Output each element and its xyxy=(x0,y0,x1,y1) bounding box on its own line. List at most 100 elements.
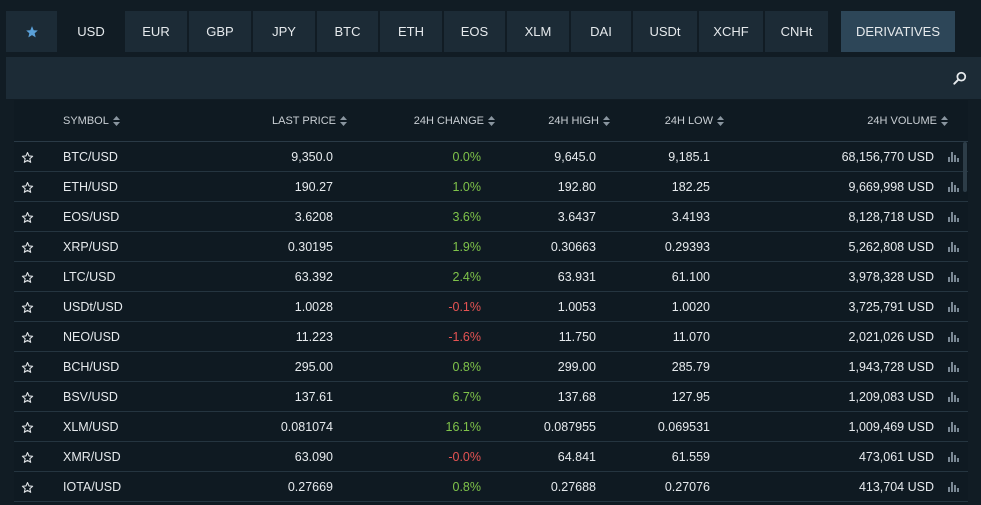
header-last-price[interactable]: LAST PRICE xyxy=(272,100,347,142)
tab-eth[interactable]: ETH xyxy=(380,11,442,52)
chart-button[interactable] xyxy=(948,352,960,382)
table-row[interactable]: BSV/USD 137.61 6.7% 137.68 127.95 1,209,083 U… xyxy=(14,382,968,412)
bar-chart-icon[interactable] xyxy=(948,452,959,462)
star-outline-icon[interactable] xyxy=(21,391,34,404)
star-outline-icon[interactable] xyxy=(21,181,34,194)
chart-button[interactable] xyxy=(948,142,960,172)
favorite-toggle[interactable] xyxy=(21,322,35,352)
bar-chart-icon[interactable] xyxy=(948,182,959,192)
table-row[interactable]: BTC/USD 9,350.0 0.0% 9,645.0 9,185.1 68,156,7… xyxy=(14,142,968,172)
currency-tabs: USD EUR GBP JPY BTC ETH EOS XLM DAI USDt… xyxy=(6,11,981,52)
last-price-cell: 137.61 xyxy=(294,390,333,404)
table-row[interactable]: EOS/USD 3.6208 3.6% 3.6437 3.4193 8,128,718 U… xyxy=(14,202,968,232)
tab-gbp[interactable]: GBP xyxy=(189,11,251,52)
chart-button[interactable] xyxy=(948,202,960,232)
star-outline-icon[interactable] xyxy=(21,361,34,374)
star-outline-icon[interactable] xyxy=(21,271,34,284)
star-outline-icon[interactable] xyxy=(21,241,34,254)
volume-cell: 68,156,770 USD xyxy=(841,150,934,164)
star-outline-icon[interactable] xyxy=(21,451,34,464)
chart-button[interactable] xyxy=(948,172,960,202)
table-row[interactable]: ETH/USD 190.27 1.0% 192.80 182.25 9,669,998 U… xyxy=(14,172,968,202)
tab-xlm[interactable]: XLM xyxy=(507,11,569,52)
chart-button[interactable] xyxy=(948,232,960,262)
symbol-cell: BTC/USD xyxy=(63,150,118,164)
bar-chart-icon[interactable] xyxy=(948,272,959,282)
tab-favorites[interactable] xyxy=(6,11,57,52)
tab-usd[interactable]: USD xyxy=(59,11,123,52)
tab-xchf[interactable]: XCHF xyxy=(699,11,763,52)
bar-chart-icon[interactable] xyxy=(948,422,959,432)
header-24h-volume[interactable]: 24H VOLUME xyxy=(867,100,948,142)
bar-chart-icon[interactable] xyxy=(948,212,959,222)
search-input[interactable] xyxy=(6,57,926,99)
favorite-toggle[interactable] xyxy=(21,232,35,262)
tab-btc[interactable]: BTC xyxy=(317,11,378,52)
low-cell: 11.070 xyxy=(672,330,710,344)
bar-chart-icon[interactable] xyxy=(948,362,959,372)
favorite-toggle[interactable] xyxy=(21,142,35,172)
star-outline-icon[interactable] xyxy=(21,421,34,434)
chart-button[interactable] xyxy=(948,442,960,472)
tab-dai[interactable]: DAI xyxy=(571,11,631,52)
chart-button[interactable] xyxy=(948,292,960,322)
tab-derivatives[interactable]: DERIVATIVES xyxy=(841,11,955,52)
star-outline-icon[interactable] xyxy=(21,151,34,164)
favorite-toggle[interactable] xyxy=(21,442,35,472)
low-cell: 61.559 xyxy=(671,450,710,464)
chart-button[interactable] xyxy=(948,412,960,442)
symbol-cell: BSV/USD xyxy=(63,390,118,404)
favorite-toggle[interactable] xyxy=(21,172,35,202)
bar-chart-icon[interactable] xyxy=(948,392,959,402)
tab-eos[interactable]: EOS xyxy=(444,11,505,52)
bar-chart-icon[interactable] xyxy=(948,152,959,162)
table-row[interactable]: XRP/USD 0.30195 1.9% 0.30663 0.29393 5,262,80… xyxy=(14,232,968,262)
table-row[interactable]: LTC/USD 63.392 2.4% 63.931 61.100 3,978,328 U… xyxy=(14,262,968,292)
favorite-toggle[interactable] xyxy=(21,382,35,412)
header-symbol-label: SYMBOL xyxy=(63,115,109,127)
star-outline-icon[interactable] xyxy=(21,331,34,344)
favorite-toggle[interactable] xyxy=(21,472,35,502)
search-icon[interactable] xyxy=(953,71,967,85)
table-row[interactable]: XMR/USD 63.090 -0.0% 64.841 61.559 473,061 US… xyxy=(14,442,968,472)
last-price-cell: 295.00 xyxy=(294,360,333,374)
bar-chart-icon[interactable] xyxy=(948,242,959,252)
star-outline-icon[interactable] xyxy=(21,211,34,224)
table-row[interactable]: BCH/USD 295.00 0.8% 299.00 285.79 1,943,728 U… xyxy=(14,352,968,382)
header-24h-high[interactable]: 24H HIGH xyxy=(548,100,610,142)
bar-chart-icon[interactable] xyxy=(948,332,959,342)
favorite-toggle[interactable] xyxy=(21,202,35,232)
scrollbar[interactable] xyxy=(963,142,967,192)
bar-chart-icon[interactable] xyxy=(948,482,959,492)
header-24h-change[interactable]: 24H CHANGE xyxy=(414,100,495,142)
favorite-toggle[interactable] xyxy=(21,292,35,322)
tab-cnht[interactable]: CNHt xyxy=(765,11,828,52)
table-row[interactable]: XLM/USD 0.081074 16.1% 0.087955 0.069531 1,00… xyxy=(14,412,968,442)
star-outline-icon[interactable] xyxy=(21,481,34,494)
high-cell: 137.68 xyxy=(557,390,596,404)
chart-button[interactable] xyxy=(948,382,960,412)
bar-chart-icon[interactable] xyxy=(948,302,959,312)
favorite-toggle[interactable] xyxy=(21,412,35,442)
volume-cell: 9,669,998 USD xyxy=(848,180,934,194)
star-outline-icon[interactable] xyxy=(21,301,34,314)
chart-button[interactable] xyxy=(948,262,960,292)
tab-jpy[interactable]: JPY xyxy=(253,11,315,52)
tab-usdt[interactable]: USDt xyxy=(633,11,697,52)
table-header: SYMBOL LAST PRICE 24H CHANGE 24H HIGH 24… xyxy=(14,100,968,142)
low-cell: 61.100 xyxy=(671,270,710,284)
tab-eur[interactable]: EUR xyxy=(125,11,187,52)
chart-button[interactable] xyxy=(948,472,960,502)
change-cell: 3.6% xyxy=(452,210,482,224)
favorite-toggle[interactable] xyxy=(21,352,35,382)
table-row[interactable]: USDt/USD 1.0028 -0.1% 1.0053 1.0020 3,725,791… xyxy=(14,292,968,322)
change-cell: 0.0% xyxy=(452,150,482,164)
low-cell: 9,185.1 xyxy=(668,150,710,164)
chart-button[interactable] xyxy=(948,322,960,352)
header-24h-low[interactable]: 24H LOW xyxy=(665,100,724,142)
change-cell: 1.0% xyxy=(452,180,482,194)
favorite-toggle[interactable] xyxy=(21,262,35,292)
header-symbol[interactable]: SYMBOL xyxy=(63,100,120,142)
table-row[interactable]: NEO/USD 11.223 -1.6% 11.750 11.070 2,021,026 … xyxy=(14,322,968,352)
table-row[interactable]: IOTA/USD 0.27669 0.8% 0.27688 0.27076 413,704… xyxy=(14,472,968,502)
